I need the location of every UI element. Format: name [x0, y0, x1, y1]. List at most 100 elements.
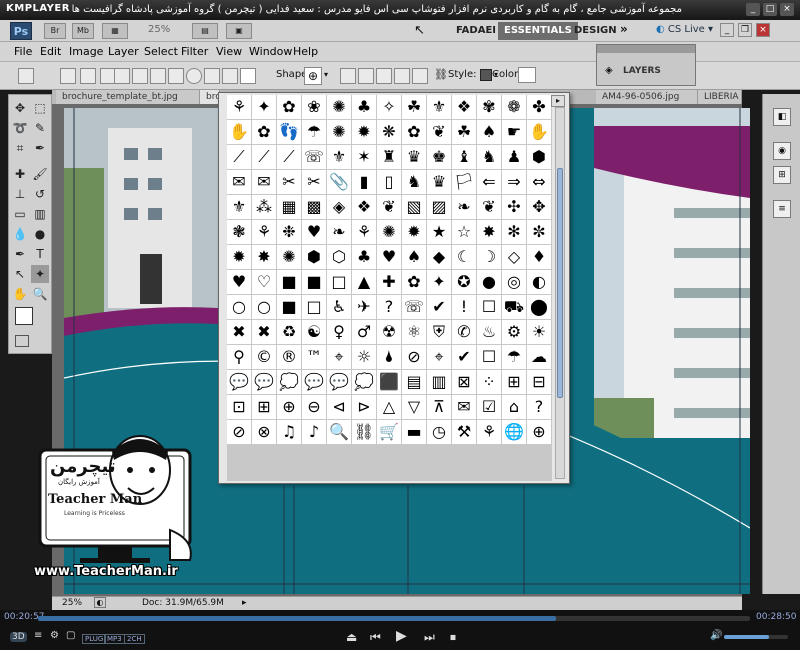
shape-cell[interactable]: ✉: [252, 170, 276, 194]
shape-cell[interactable]: ▩: [302, 195, 326, 219]
shape-cell[interactable]: ♦: [527, 245, 551, 269]
brush-tool-icon[interactable]: 🖌: [31, 165, 49, 183]
shape-cell[interactable]: ⛓: [352, 420, 376, 444]
menu-layer[interactable]: Layer: [108, 45, 139, 58]
panel-drag-bar[interactable]: [597, 45, 695, 53]
tab-am4[interactable]: AM4-96-0506.jpg: [596, 90, 698, 104]
shape-cell[interactable]: ⊠: [452, 370, 476, 394]
type-tool-icon[interactable]: T: [31, 245, 49, 263]
line-icon[interactable]: [222, 68, 238, 84]
foreground-color-swatch[interactable]: [15, 307, 33, 325]
tab-brochure-template[interactable]: brochure_template_bt.jpg: [56, 90, 200, 104]
shape-cell[interactable]: ♠: [402, 245, 426, 269]
shape-cell[interactable]: ⇐: [477, 170, 501, 194]
shape-cell[interactable]: ☂: [302, 120, 326, 144]
shape-cell[interactable]: ⚲: [227, 345, 251, 369]
lasso-tool-icon[interactable]: ➰: [11, 119, 29, 137]
shape-cell[interactable]: ?: [377, 295, 401, 319]
shape-cell[interactable]: ✉: [452, 395, 476, 419]
shape-cell[interactable]: 🏳: [452, 170, 476, 194]
shape-cell[interactable]: ✿: [252, 120, 276, 144]
eyedropper-icon[interactable]: ✒: [31, 139, 49, 157]
shape-cell[interactable]: ♛: [402, 145, 426, 169]
menu-filter[interactable]: Filter: [181, 45, 208, 58]
shape-cell[interactable]: 🛒: [377, 420, 401, 444]
shape-cell[interactable]: ⛨: [427, 320, 451, 344]
shape-cell[interactable]: ❁: [502, 95, 526, 119]
gradient-tool-icon[interactable]: ▥: [31, 205, 49, 223]
shape-cell[interactable]: ♿: [327, 295, 351, 319]
pen-tool-icon[interactable]: ✒: [11, 245, 29, 263]
status-zoom[interactable]: 25%: [62, 598, 82, 608]
menu-icon[interactable]: ≡: [34, 630, 42, 641]
shape-cell[interactable]: ▯: [377, 170, 401, 194]
shape-cell[interactable]: ▧: [402, 195, 426, 219]
shape-cell[interactable]: ☂: [502, 345, 526, 369]
shape-cell[interactable]: □: [327, 270, 351, 294]
shape-cell[interactable]: ✹: [352, 120, 376, 144]
shape-cell[interactable]: ⁂: [252, 195, 276, 219]
ps-minimize-icon[interactable]: _: [720, 23, 734, 37]
shape-cell[interactable]: ❋: [377, 120, 401, 144]
shape-cell[interactable]: ?: [527, 395, 551, 419]
shape-cell[interactable]: ☏: [302, 145, 326, 169]
shape-cell[interactable]: ▽: [402, 395, 426, 419]
shape-cell[interactable]: 💭: [277, 370, 301, 394]
exclude-shape-icon[interactable]: [412, 68, 428, 84]
paths-icon[interactable]: [80, 68, 96, 84]
shape-cell[interactable]: ⊼: [427, 395, 451, 419]
shape-cell[interactable]: ⚙: [502, 320, 526, 344]
clone-stamp-icon[interactable]: ⊥: [11, 185, 29, 203]
shape-cell[interactable]: ♞: [477, 145, 501, 169]
status-icon[interactable]: ◐: [94, 597, 106, 608]
shape-cell[interactable]: 👣: [277, 120, 301, 144]
shape-cell[interactable]: ♫: [277, 420, 301, 444]
shape-cell[interactable]: ◐: [527, 270, 551, 294]
shape-cell[interactable]: ✂: [302, 170, 326, 194]
shape-cell[interactable]: ❖: [452, 95, 476, 119]
new-shape-layer-icon[interactable]: [340, 68, 356, 84]
shape-picker-button[interactable]: ⊕: [304, 67, 322, 85]
intersect-shape-icon[interactable]: [394, 68, 410, 84]
shape-cell[interactable]: ⚘: [252, 220, 276, 244]
tab-liberia[interactable]: LIBERIA: [698, 90, 742, 104]
shape-cell[interactable]: ♻: [277, 320, 301, 344]
shape-cell[interactable]: ▨: [427, 195, 451, 219]
add-shape-area-icon[interactable]: [358, 68, 374, 84]
shape-cell[interactable]: ☢: [377, 320, 401, 344]
settings-icon[interactable]: ⚙: [50, 630, 59, 641]
shape-cell[interactable]: ✹: [227, 245, 251, 269]
shape-cell[interactable]: ✈: [352, 295, 376, 319]
shape-cell[interactable]: ▲: [352, 270, 376, 294]
crop-tool-icon[interactable]: ⌗: [11, 139, 29, 157]
shape-cell[interactable]: 🌢: [377, 345, 401, 369]
shape-cell[interactable]: ❀: [302, 95, 326, 119]
shape-cell[interactable]: ⊟: [527, 370, 551, 394]
shape-cell[interactable]: ✻: [502, 220, 526, 244]
shape-cell[interactable]: ⇔: [527, 170, 551, 194]
shape-cell[interactable]: 🌐: [502, 420, 526, 444]
menu-image[interactable]: Image: [69, 45, 103, 58]
shape-cell[interactable]: △: [377, 395, 401, 419]
hand-tool-icon[interactable]: ✋: [11, 285, 29, 303]
shape-cell[interactable]: ✥: [527, 195, 551, 219]
info-panel-icon[interactable]: ⊞: [773, 166, 791, 184]
workspace-essentials[interactable]: ESSENTIALS: [498, 22, 578, 40]
tool-preset-icon[interactable]: [18, 68, 34, 84]
shape-cell[interactable]: ✧: [377, 95, 401, 119]
shape-cell[interactable]: ✾: [477, 95, 501, 119]
shape-cell[interactable]: ✦: [427, 270, 451, 294]
style-swatch[interactable]: [480, 69, 492, 81]
shape-cell[interactable]: ■: [277, 270, 301, 294]
shape-cell[interactable]: ⌂: [502, 395, 526, 419]
shape-cell[interactable]: ⊡: [227, 395, 251, 419]
picker-scroll-thumb[interactable]: [557, 168, 563, 398]
maximize-icon[interactable]: □: [763, 3, 777, 16]
shape-cell[interactable]: ✺: [327, 95, 351, 119]
menu-edit[interactable]: Edit: [40, 45, 61, 58]
shape-cell[interactable]: ⊳: [352, 395, 376, 419]
shape-cell[interactable]: ⊕: [277, 395, 301, 419]
shape-cell[interactable]: ✦: [252, 95, 276, 119]
shape-cell[interactable]: ☁: [527, 345, 551, 369]
shape-cell[interactable]: ◈: [327, 195, 351, 219]
